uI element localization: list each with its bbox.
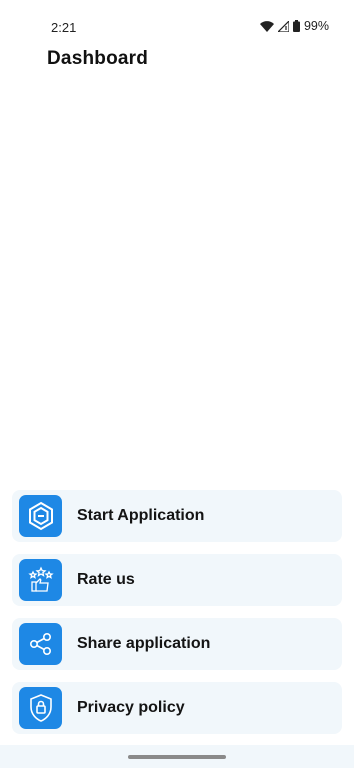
rate-us-button[interactable]: Rate us: [12, 554, 342, 606]
cell-signal-icon: [277, 20, 289, 32]
menu-item-label: Share application: [77, 635, 211, 652]
menu-item-label: Rate us: [77, 571, 135, 588]
start-application-button[interactable]: Start Application: [12, 490, 342, 542]
status-time: 2:21: [51, 20, 77, 35]
status-icons: 99%: [259, 19, 329, 33]
page-title: Dashboard: [47, 48, 149, 69]
shield-lock-icon: [19, 687, 62, 729]
share-application-button[interactable]: Share application: [12, 618, 342, 670]
menu-item-label: Privacy policy: [77, 699, 185, 716]
battery-icon: [292, 20, 300, 32]
battery-percent: 99%: [303, 19, 329, 33]
status-bar: 2:21 99%: [0, 0, 354, 50]
navigation-bar: [0, 745, 354, 768]
home-gesture-handle[interactable]: [128, 755, 226, 759]
menu-item-label: Start Application: [77, 507, 205, 524]
share-icon: [19, 623, 62, 665]
hexagon-logo-icon: [19, 495, 62, 537]
thumbs-up-stars-icon: [19, 559, 62, 601]
wifi-icon: [259, 20, 274, 32]
privacy-policy-button[interactable]: Privacy policy: [12, 682, 342, 734]
